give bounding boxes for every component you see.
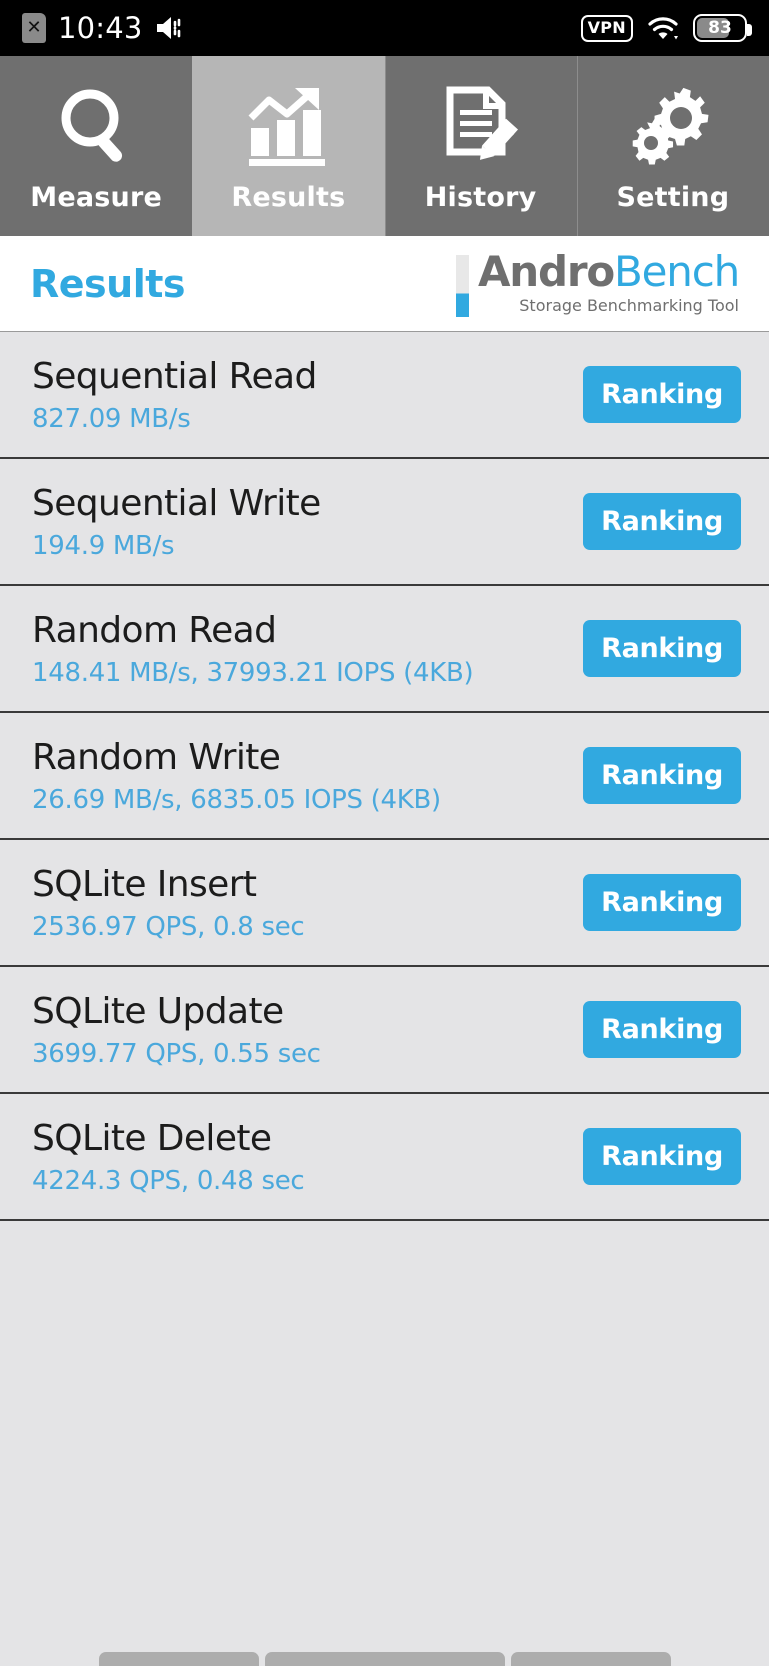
tab-setting[interactable]: Setting [576,56,769,236]
bar-chart-arrow-icon [247,80,329,168]
tab-history-label: History [424,181,537,213]
tab-results[interactable]: Results [192,56,385,236]
result-row: Random Read 148.41 MB/s, 37993.21 IOPS (4… [0,586,769,713]
battery-indicator: 83 [693,14,752,42]
result-value: 26.69 MB/s, 6835.05 IOPS (4KB) [32,784,441,815]
logo-tagline: Storage Benchmarking Tool [519,295,739,315]
result-title: SQLite Update [32,990,284,1032]
result-row-texts: Sequential Write 194.9 MB/s [32,483,321,561]
result-row-texts: SQLite Delete 4224.3 QPS, 0.48 sec [32,1117,305,1196]
result-row: SQLite Update 3699.77 QPS, 0.55 sec Rankin… [0,967,769,1094]
logo-bar [455,254,469,317]
ranking-button[interactable]: Ranking [583,747,741,804]
result-title: Random Write [32,736,281,778]
result-value: 4224.3 QPS, 0.48 sec [32,1165,305,1196]
gears-icon [630,80,716,168]
results-list: Sequential Read 827.09 MB/s Ranking Sequent… [0,332,769,1221]
ranking-button[interactable]: Ranking [583,1001,741,1058]
tab-measure-label: Measure [30,181,162,213]
page-title: Results [30,261,186,306]
wifi-icon [647,15,679,41]
result-value: 2536.97 QPS, 0.8 sec [32,911,305,942]
vpn-badge: VPN [580,14,633,42]
ranking-button[interactable]: Ranking [583,366,741,423]
magnifier-icon [56,80,136,168]
document-pencil-icon [440,80,522,168]
status-bar-right: VPN 83 [580,14,752,42]
ranking-button[interactable]: Ranking [583,874,741,931]
result-row: Random Write 26.69 MB/s, 6835.05 IOPS (4K… [0,713,769,840]
battery-level: 83 [708,18,732,38]
ranking-button[interactable]: Ranking [583,493,741,550]
app-screen: ✕ 10:43 VPN 83 Measure Results History S… [0,0,769,1666]
result-value: 827.09 MB/s [32,403,191,434]
result-row: Sequential Read 827.09 MB/s Ranking [0,332,769,459]
status-bar: ✕ 10:43 VPN 83 [0,0,769,56]
volume-icon [155,14,185,42]
result-title: Sequential Write [32,482,321,524]
tab-results-label: Results [231,181,346,213]
result-title: Sequential Read [32,355,317,397]
result-row-texts: Sequential Read 827.09 MB/s [32,356,317,434]
logo-word-bench: Bench [614,246,740,296]
result-title: Random Read [32,609,277,651]
result-row-texts: SQLite Update 3699.77 QPS, 0.55 sec [32,991,321,1069]
nav-segment-home[interactable] [264,1652,505,1666]
nav-segment-recents[interactable] [510,1652,671,1666]
result-title: SQLite Delete [32,1117,272,1159]
result-row: SQLite Delete 4224.3 QPS, 0.48 sec Ranking [0,1094,769,1221]
status-clock: 10:43 [58,11,143,45]
result-title: SQLite Insert [32,863,257,905]
result-row-texts: SQLite Insert 2536.97 QPS, 0.8 sec [32,863,305,942]
result-value: 3699.77 QPS, 0.55 sec [32,1038,321,1069]
tab-measure[interactable]: Measure [0,56,193,236]
result-row-texts: Random Write 26.69 MB/s, 6835.05 IOPS (4K… [32,737,441,815]
system-navigation-bar [0,1606,769,1666]
status-bar-left: ✕ 10:43 [22,11,185,45]
sim-card-off-icon: ✕ [22,13,46,43]
result-value: 148.41 MB/s, 37993.21 IOPS (4KB) [32,657,474,688]
nav-segment-back[interactable] [98,1652,259,1666]
page-header: Results AndroBench Storage Benchmarking … [0,236,769,332]
ranking-button[interactable]: Ranking [583,1128,741,1185]
tab-history[interactable]: History [384,56,577,236]
logo-text: AndroBench Storage Benchmarking Tool [478,250,740,315]
result-row: SQLite Insert 2536.97 QPS, 0.8 sec Ranking [0,840,769,967]
tab-setting-label: Setting [616,181,730,213]
androbench-logo: AndroBench Storage Benchmarking Tool [455,250,740,317]
logo-word-andro: Andro [477,246,615,296]
ranking-button[interactable]: Ranking [583,620,741,677]
result-row-texts: Random Read 148.41 MB/s, 37993.21 IOPS (4… [32,609,474,688]
tab-bar: Measure Results History Setting [0,56,769,236]
logo-wordmark: AndroBench [478,250,740,292]
result-row: Sequential Write 194.9 MB/s Ranking [0,459,769,586]
result-value: 194.9 MB/s [32,530,175,561]
